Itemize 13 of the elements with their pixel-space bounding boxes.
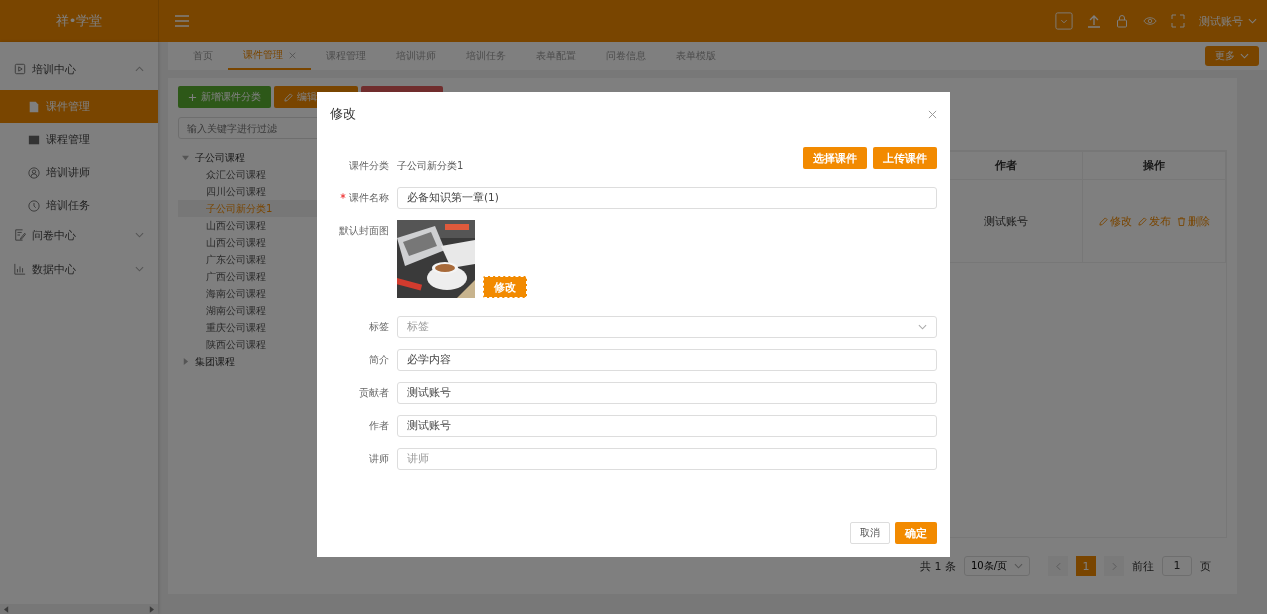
field-label: 讲师 (368, 452, 390, 466)
goto-label: 前往 (1132, 558, 1154, 574)
field-label: 作者 (368, 419, 390, 433)
field-label: 标签 (368, 320, 390, 334)
field-label: 默认封面图 (338, 224, 390, 238)
field-label: 课件名称 (337, 191, 397, 205)
field-label: 简介 (368, 353, 390, 367)
field-value: 子公司新分类1 (397, 159, 464, 173)
page-unit: 页 (1200, 558, 1211, 574)
total-count: 共 1 条 (920, 558, 956, 574)
field-label: 课件分类 (348, 159, 390, 173)
column-header: 操作 (1082, 151, 1226, 180)
field-label: 贡献者 (358, 386, 390, 400)
